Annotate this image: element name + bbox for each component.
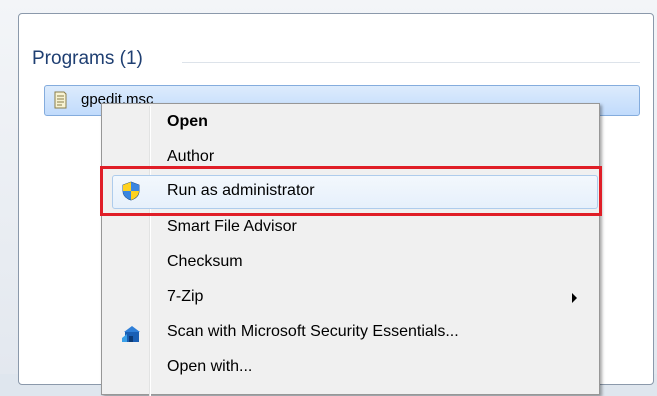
menu-item-open[interactable]: Open	[104, 106, 595, 139]
menu-item-scan-security-essentials[interactable]: Scan with Microsoft Security Essentials.…	[104, 316, 595, 349]
menu-item-checksum[interactable]: Checksum	[104, 246, 595, 279]
context-menu: Open Author Run as administrator Smart F…	[101, 103, 600, 396]
menu-item-7zip[interactable]: 7-Zip	[104, 281, 595, 314]
menu-item-label: Author	[167, 148, 215, 165]
menu-item-label: Smart File Advisor	[167, 218, 297, 235]
menu-item-label: Open	[167, 113, 208, 130]
security-essentials-icon	[122, 326, 140, 342]
submenu-arrow-icon	[572, 293, 577, 303]
group-divider	[182, 62, 640, 63]
script-document-icon	[54, 91, 67, 109]
menu-item-label: Checksum	[167, 253, 243, 270]
annotation-highlight-box	[100, 166, 602, 216]
menu-item-label: Open with...	[167, 358, 253, 375]
programs-group-header: Programs (1)	[32, 48, 143, 69]
menu-item-label: 7-Zip	[167, 288, 204, 305]
menu-item-label: Scan with Microsoft Security Essentials.…	[167, 323, 459, 340]
menu-item-open-with[interactable]: Open with...	[104, 351, 595, 384]
